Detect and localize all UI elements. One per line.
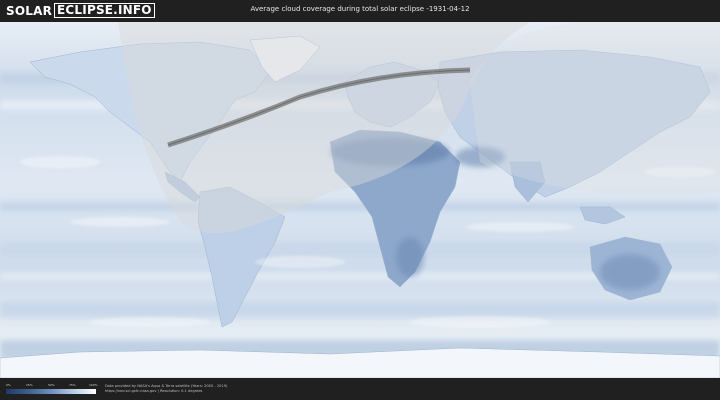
eclipse-visibility-region-east [470,22,720,195]
header-bar: SOLAR ECLIPSE.INFO Average cloud coverag… [0,0,720,22]
legend-ticks: 0% 25% 50% 75% 100% [6,383,98,388]
legend-gradient-bar [6,389,96,394]
cloud-coverage-map [0,22,720,378]
legend-tick: 0% [6,383,11,387]
legend-tick: 75% [69,383,76,387]
data-attribution: Data provided by NASA's Aqua & Terra sat… [105,384,227,394]
page-title: Average cloud coverage during total sola… [250,5,470,13]
legend-tick: 25% [26,383,33,387]
cloud-coverage-legend: 0% 25% 50% 75% 100% [6,383,98,397]
attribution-url[interactable]: https://neo.sci.gsfc.nasa.gov | Resoluti… [105,389,227,394]
legend-tick: 50% [48,383,55,387]
legend-tick: 100% [89,383,98,387]
footer-bar: 0% 25% 50% 75% 100% Data provided by NAS… [0,378,720,400]
antarctica [0,347,720,378]
